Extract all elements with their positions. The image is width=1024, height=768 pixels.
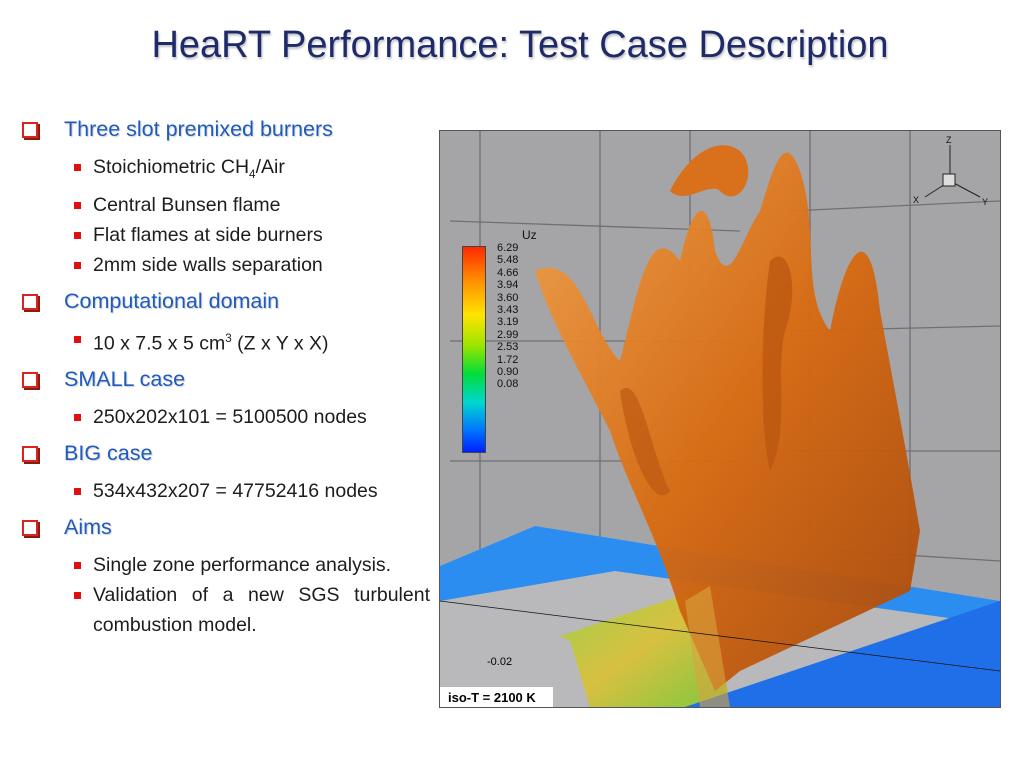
bullet-heading-label: Aims xyxy=(64,515,112,540)
sub-bullet-text: Flat flames at side burners xyxy=(93,223,323,246)
legend-value: 3.19 xyxy=(497,316,519,329)
sub-bullet-text: 534x432x207 = 47752416 nodes xyxy=(93,480,378,503)
checkbox-bullet-icon xyxy=(22,122,38,138)
square-bullet-icon xyxy=(74,414,81,422)
sub-bullet-text: (Z x Y x X) xyxy=(231,332,329,355)
bullet-heading: Three slot premixed burners xyxy=(22,116,430,142)
bullet-heading: BIG case xyxy=(22,440,430,466)
sub-bullet-text: Validation of a new SGS turbulent combus… xyxy=(93,584,430,637)
sub-bullet: Central Bunsen flame xyxy=(22,190,430,220)
bullet-heading-label: Computational domain xyxy=(64,288,280,313)
checkbox-bullet-icon xyxy=(22,372,38,389)
square-bullet-icon xyxy=(74,488,81,496)
square-bullet-icon xyxy=(74,164,81,171)
bullet-heading-label: SMALL case xyxy=(64,367,186,392)
sub-bullet: 250x202x101 = 5100500 nodes xyxy=(22,402,430,432)
legend-value: 0.90 xyxy=(497,366,519,379)
sub-bullet: Flat flames at side burners xyxy=(22,220,430,250)
sub-bullet: Validation of a new SGS turbulent combus… xyxy=(22,580,430,640)
bullet-group-small: SMALL case 250x202x101 = 5100500 nodes xyxy=(22,366,430,432)
sub-bullet-text: 10 x 7.5 x 5 cm xyxy=(93,332,226,355)
axis-y-label: Y xyxy=(982,197,988,207)
bullet-heading: Aims xyxy=(22,514,430,540)
square-bullet-icon xyxy=(74,201,81,209)
sub-bullet: Stoichiometric CH4/Air xyxy=(22,152,430,190)
sub-bullet-text: Central Bunsen flame xyxy=(93,193,281,216)
legend-value: 5.48 xyxy=(497,254,519,267)
sub-bullet-text: 2mm side walls separation xyxy=(93,253,323,276)
bullet-group-big: BIG case 534x432x207 = 47752416 nodes xyxy=(22,440,430,506)
legend-values: 6.29 5.48 4.66 3.94 3.60 3.43 3.19 2.99 … xyxy=(497,242,518,391)
axis-z-label: Z xyxy=(946,135,952,145)
legend-value: 3.60 xyxy=(497,291,519,304)
legend-value: 3.94 xyxy=(497,279,519,292)
checkbox-bullet-icon xyxy=(22,520,38,537)
sub-bullet: 10 x 7.5 x 5 cm3 (Z x Y x X) xyxy=(22,324,430,359)
legend-title: Uz xyxy=(522,228,537,242)
sub-bullet-text: 250x202x101 = 5100500 nodes xyxy=(93,406,367,429)
legend-value: 2.99 xyxy=(497,328,519,341)
legend-value: 3.43 xyxy=(497,304,519,317)
sub-bullet: 2mm side walls separation xyxy=(22,250,430,280)
bullet-heading: SMALL case xyxy=(22,366,430,392)
axis-x-label: X xyxy=(913,195,919,205)
legend-colorbar xyxy=(462,246,486,453)
checkbox-bullet-icon xyxy=(22,293,38,310)
tick-label: -0.02 xyxy=(487,656,513,668)
checkbox-bullet-icon xyxy=(22,446,38,463)
square-bullet-icon xyxy=(74,562,81,570)
iso-label: iso-T = 2100 K xyxy=(440,687,553,707)
sub-bullet-text: Stoichiometric CH xyxy=(93,156,250,178)
sub-bullet-text: /Air xyxy=(255,156,285,178)
sub-bullet-text: Single zone performance analysis. xyxy=(93,554,392,577)
square-bullet-icon xyxy=(74,592,81,600)
legend-value: 4.66 xyxy=(497,266,519,279)
bullet-heading-label: Three slot premixed burners xyxy=(64,117,333,141)
bullet-list: Three slot premixed burners Stoichiometr… xyxy=(22,116,430,648)
legend-value: 6.29 xyxy=(497,242,519,254)
legend-value: 0.08 xyxy=(497,378,519,391)
bullet-heading-label: BIG case xyxy=(64,441,153,466)
sub-bullet: 534x432x207 = 47752416 nodes xyxy=(22,476,430,506)
square-bullet-icon xyxy=(74,231,81,239)
bullet-group-burners: Three slot premixed burners Stoichiometr… xyxy=(22,116,430,280)
flame-render xyxy=(440,131,1000,707)
axis-triad-icon: Z X Y xyxy=(910,131,995,211)
slide-title: HeaRT Performance: Test Case Description xyxy=(151,24,889,66)
legend-value: 2.53 xyxy=(497,341,519,354)
legend-value: 1.72 xyxy=(497,353,519,366)
sub-bullet: Single zone performance analysis. xyxy=(22,550,430,580)
bullet-group-domain: Computational domain 10 x 7.5 x 5 cm3 (Z… xyxy=(22,288,430,359)
square-bullet-icon xyxy=(74,335,81,343)
bullet-group-aims: Aims Single zone performance analysis. V… xyxy=(22,514,430,640)
bullet-heading: Computational domain xyxy=(22,288,430,314)
square-bullet-icon xyxy=(74,261,81,269)
flame-simulation-image: Uz 6.29 5.48 4.66 3.94 3.60 3.43 3.19 2.… xyxy=(439,130,1001,708)
